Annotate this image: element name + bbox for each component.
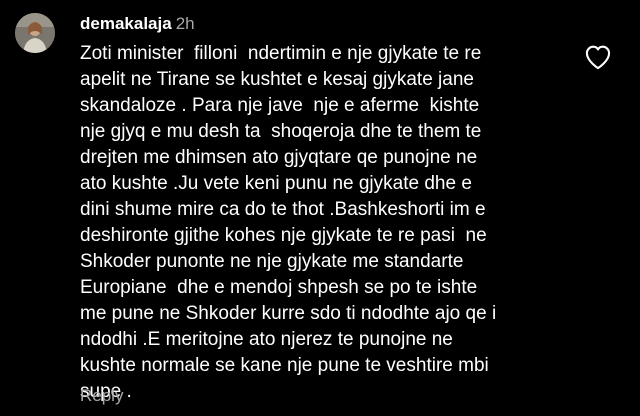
profile-photo bbox=[15, 13, 55, 53]
reply-button[interactable]: Reply bbox=[80, 386, 123, 406]
comment-text-line: Zoti minister filloni ndertimin e nje gj… bbox=[80, 43, 482, 64]
comment-text-line: Shkoder punonte ne nje gjykate me standa… bbox=[80, 251, 464, 272]
comment-text-line: ndodhi .E meritojne ato njerez te punojn… bbox=[80, 329, 453, 350]
comment-text-line: ato kushte .Ju vete keni punu ne gjykate… bbox=[80, 173, 472, 194]
avatar[interactable] bbox=[15, 13, 55, 53]
comment-header: demakalaja 2h bbox=[80, 14, 195, 34]
like-button[interactable] bbox=[584, 44, 612, 70]
comment-text-line: kushte normale se kane nje pune te vesht… bbox=[80, 355, 489, 376]
comment-text: Zoti minister filloni ndertimin e nje gj… bbox=[80, 41, 580, 405]
username[interactable]: demakalaja bbox=[80, 14, 172, 33]
comment-text-line: supe . bbox=[80, 381, 132, 402]
comment-text-line: nje gjyq e mu desh ta shoqeroja dhe te t… bbox=[80, 121, 482, 142]
comment-text-line: dini shume mire ca do te thot .Bashkesho… bbox=[80, 199, 486, 220]
timestamp: 2h bbox=[175, 14, 195, 33]
comment-text-line: me pune ne Shkoder kurre sdo ti ndodhte … bbox=[80, 303, 497, 324]
comment-text-line: deshironte gjithe kohes nje gjykate te r… bbox=[80, 225, 487, 246]
comment-text-line: apelit ne Tirane se kushtet e kesaj gjyk… bbox=[80, 69, 474, 90]
comment-text-line: skandaloze . Para nje jave nje e aferme … bbox=[80, 95, 480, 116]
comment: demakalaja 2h Zoti minister filloni ndert… bbox=[0, 0, 640, 416]
comment-text-line: drejten me dhimsen ato gjyqtare qe punoj… bbox=[80, 147, 478, 168]
heart-outline-icon bbox=[585, 45, 611, 70]
comment-text-line: Europiane dhe e mendoj shpesh se po te i… bbox=[80, 277, 478, 298]
